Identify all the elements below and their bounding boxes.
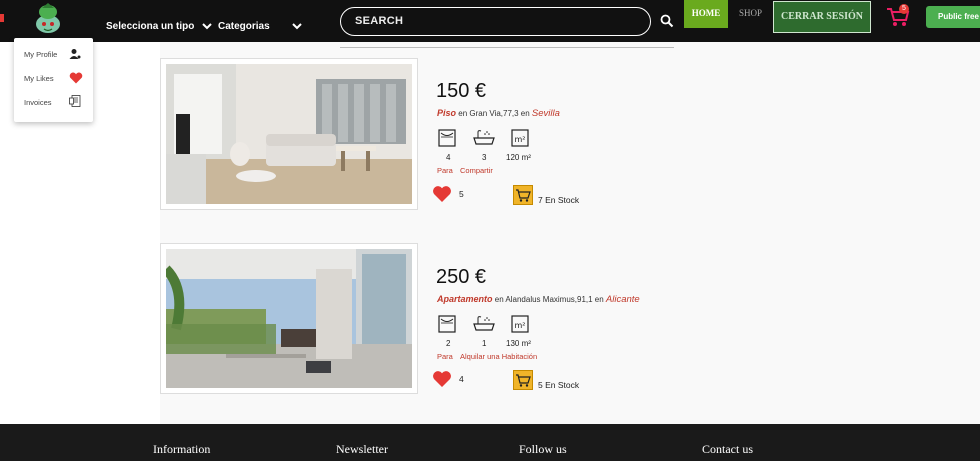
listing-location: Piso en Gran Via,77,3 en Sevilla — [437, 108, 560, 119]
loc-connector: en — [492, 295, 506, 304]
type-select-label: Selecciona un tipo — [106, 21, 195, 32]
footer-newsletter-heading: Newsletter — [336, 442, 388, 456]
search-icon[interactable] — [660, 14, 674, 28]
rooms-count: 4 — [446, 153, 451, 162]
heart-icon — [69, 72, 83, 84]
area-icon: m² — [511, 129, 529, 147]
add-to-cart-icon[interactable] — [513, 370, 533, 390]
footer-contact-heading: Contact us — [702, 442, 753, 456]
footer-information-heading: Information — [153, 442, 211, 456]
brand-accent-mark — [0, 14, 4, 22]
like-heart-icon[interactable] — [432, 185, 452, 203]
stock-text: 5 En Stock — [538, 380, 580, 390]
loc-connector: en — [518, 109, 532, 118]
shop-link[interactable]: SHOP — [739, 8, 762, 18]
bathtub-icon — [473, 316, 495, 331]
likes-count: 4 — [459, 374, 464, 384]
rooms-count: 2 — [446, 339, 451, 348]
svg-text:m²: m² — [515, 135, 526, 144]
menu-item-my-profile[interactable]: My Profile — [24, 50, 57, 59]
likes-count: 5 — [459, 189, 464, 199]
baths-count: 1 — [482, 339, 487, 348]
public-free-button[interactable]: Public free A — [926, 6, 980, 28]
loc-connector: en — [592, 295, 606, 304]
search-placeholder: SEARCH — [355, 15, 404, 27]
listing-type[interactable]: Piso — [437, 108, 456, 118]
offer-tag-label: Para — [437, 166, 453, 175]
loc-connector: en — [456, 109, 470, 118]
svg-text:m²: m² — [515, 321, 526, 330]
baths-count: 3 — [482, 153, 487, 162]
offer-tag-value: Compartir — [460, 166, 493, 175]
like-heart-icon[interactable] — [432, 370, 452, 388]
footer-follow-heading: Follow us — [519, 442, 567, 456]
listing-location: Apartamento en Alandalus Maximus,91,1 en… — [437, 294, 640, 305]
area-icon: m² — [511, 315, 529, 333]
listing-photo[interactable] — [160, 58, 418, 210]
listing-address: Alandalus Maximus,91,1 — [505, 295, 593, 304]
listing-photo[interactable] — [160, 243, 418, 394]
categories-label: Categorias — [218, 21, 270, 32]
listing-type[interactable]: Apartamento — [437, 294, 493, 304]
listing-city[interactable]: Alicante — [606, 294, 640, 305]
listing-city[interactable]: Sevilla — [532, 108, 560, 119]
menu-item-invoices[interactable]: Invoices — [24, 98, 52, 107]
listing-price: 250 € — [436, 266, 487, 288]
logout-button[interactable]: CERRAR SESIÓN — [773, 1, 871, 33]
home-button[interactable]: HOME — [684, 0, 728, 28]
menu-item-my-likes[interactable]: My Likes — [24, 74, 54, 83]
invoice-icon — [69, 95, 81, 107]
bathtub-icon — [473, 130, 495, 145]
offer-tag-value: Alquilar una Habitación — [460, 352, 538, 361]
bed-icon — [438, 129, 456, 147]
add-to-cart-icon[interactable] — [513, 185, 533, 205]
cart-count-badge: 5 — [899, 4, 909, 14]
site-logo[interactable] — [30, 2, 66, 36]
stock-text: 7 En Stock — [538, 195, 580, 205]
area-value: 120 m² — [506, 153, 531, 162]
type-select-dropdown[interactable]: Selecciona un tipo — [106, 21, 213, 32]
listing-price: 150 € — [436, 80, 487, 102]
bed-icon — [438, 315, 456, 333]
categories-dropdown[interactable]: Categorias — [218, 21, 302, 32]
search-divider — [340, 47, 674, 48]
listing-address: Gran Via,77,3 — [469, 109, 519, 118]
chevron-down-icon — [291, 23, 302, 30]
chevron-down-icon — [202, 23, 213, 30]
search-input[interactable]: SEARCH — [340, 7, 651, 36]
user-icon — [69, 49, 81, 59]
offer-tag-label: Para — [437, 352, 453, 361]
user-menu: My Profile My Likes Invoices — [14, 38, 93, 122]
area-value: 130 m² — [506, 339, 531, 348]
footer — [0, 424, 980, 461]
